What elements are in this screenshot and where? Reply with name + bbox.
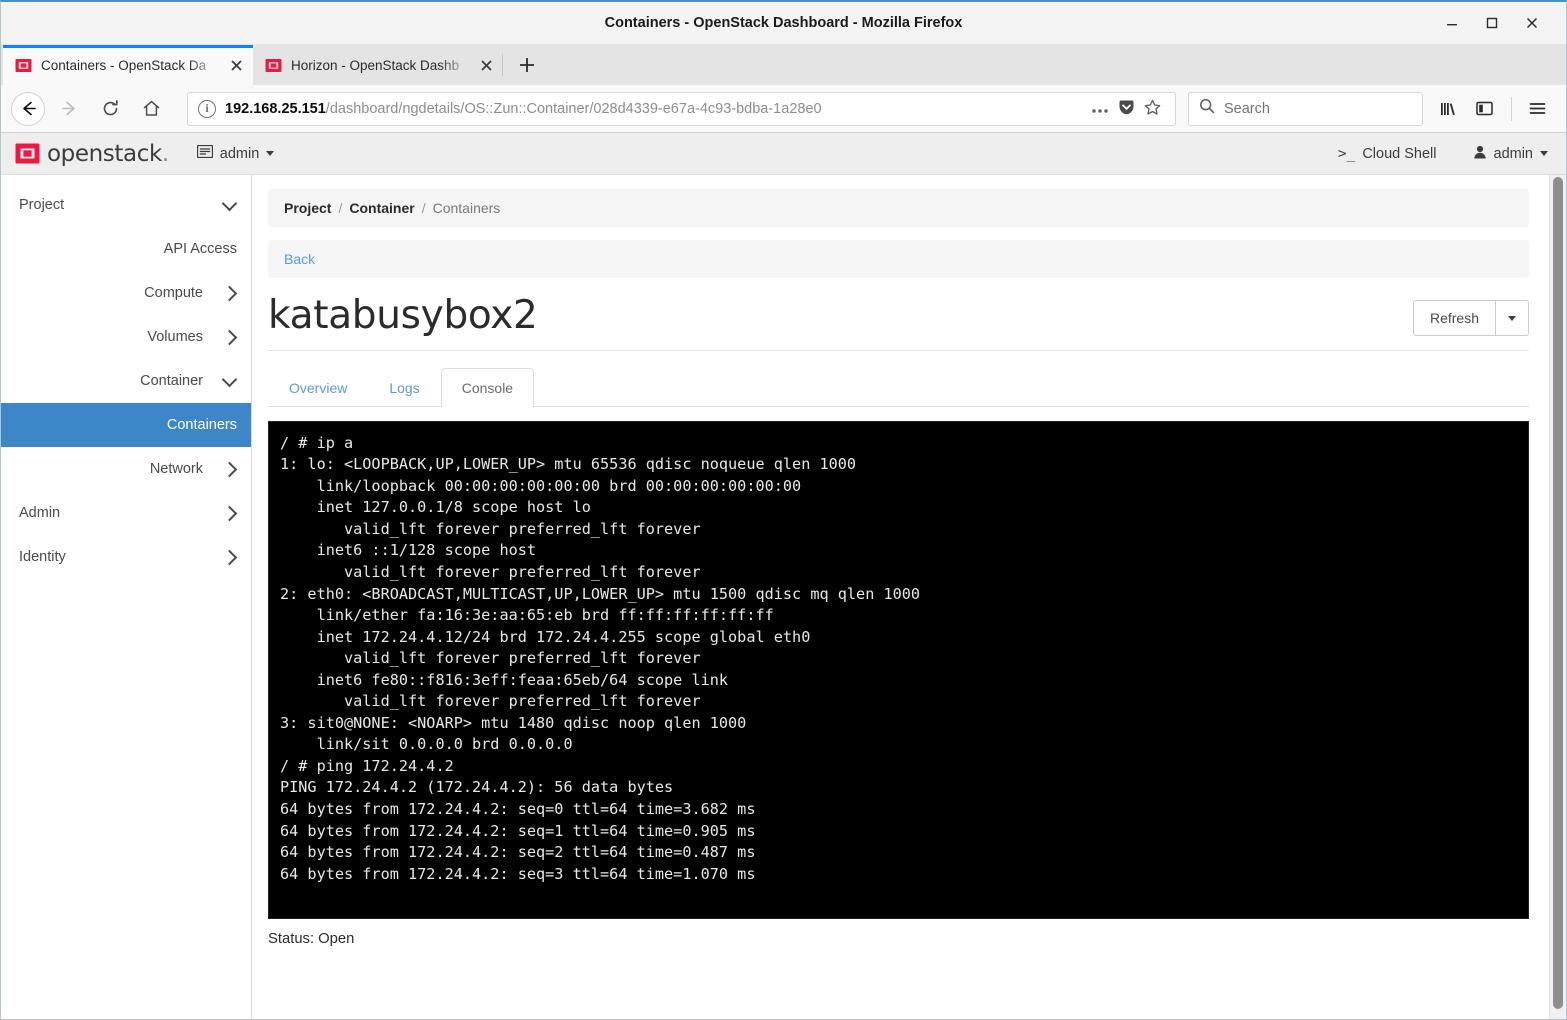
sidebar-item-label: Identity [19,549,66,565]
toolbar-right-buttons [1431,92,1556,126]
sidebar-item-label: Containers [166,417,237,433]
chevron-down-icon [266,151,275,156]
refresh-button-group: Refresh [1412,300,1529,336]
sidebar-item-identity[interactable]: Identity [1,535,251,579]
openstack-logo-icon [15,141,40,166]
sidebar-item-label: Volumes [147,329,203,345]
horizon-dashboard: openstack. admin >_ Cloud Shell admin Pr… [1,133,1566,1019]
sidebar-item-label: API Access [163,241,237,257]
tab-close-icon[interactable] [475,54,497,76]
openstack-favicon-icon [265,57,282,74]
sidebar-item-label: Project [19,197,65,213]
sidebar-item-project[interactable]: Project [1,183,251,227]
page-body: Project API Access Compute Volumes Conta… [1,175,1566,1019]
breadcrumb-separator: / [338,200,343,216]
sidebar-item-label: Network [149,461,203,477]
sidebar-item-label: Admin [19,505,61,521]
openstack-favicon-icon [15,57,32,74]
breadcrumb-item-container[interactable]: Container [349,200,414,216]
reload-icon[interactable] [93,92,127,126]
toolbar-separator [1511,96,1512,121]
home-icon[interactable] [134,92,168,126]
breadcrumb-item-containers: Containers [432,200,501,216]
close-icon[interactable] [1512,8,1552,38]
title-row: katabusybox2 Refresh [268,294,1529,351]
tab-console[interactable]: Console [440,367,535,407]
search-bar[interactable]: Search [1188,91,1423,126]
sidebar-item-admin[interactable]: Admin [1,491,251,535]
browser-tab-1[interactable]: Horizon - OpenStack Dashb [253,45,503,85]
project-selector-label: admin [219,145,260,162]
back-icon[interactable] [11,91,45,126]
breadcrumb: Project / Container / Containers [268,189,1529,227]
url-path: /dashboard/ngdetails/OS::Zun::Container/… [325,100,822,117]
sidebar-nav: Project API Access Compute Volumes Conta… [1,175,252,1019]
new-tab-icon[interactable] [509,47,545,83]
openstack-wordmark: openstack. [47,140,169,167]
openstack-logo[interactable]: openstack. [15,141,169,167]
chevron-down-icon [1540,151,1548,156]
browser-tab-0[interactable]: Containers - OpenStack Da [3,45,253,85]
browser-toolbar: i 192.168.25.151/dashboard/ngdetails/OS:… [1,85,1566,133]
detail-tabs: Overview Logs Console [268,367,1529,407]
window-title: Containers - OpenStack Dashboard - Mozil… [604,15,963,31]
maximize-icon[interactable] [1472,8,1512,38]
user-menu-label: admin [1493,145,1534,162]
search-placeholder: Search [1224,100,1270,117]
back-link[interactable]: Back [284,251,315,267]
library-icon[interactable] [1431,92,1465,126]
minimize-icon[interactable] [1432,8,1472,38]
browser-tabstrip: Containers - OpenStack Da Horizon - Open… [1,45,1566,85]
back-bar: Back [268,240,1529,278]
sidebar-item-containers[interactable]: Containers [1,403,251,447]
page-scrollbar-thumb[interactable] [1553,177,1563,1009]
sidebar-item-container[interactable]: Container [1,359,251,403]
browser-tab-title: Horizon - OpenStack Dashb [291,57,460,73]
user-menu[interactable]: admin [1473,145,1548,163]
main-content: Project / Container / Containers Back ka… [252,175,1566,1019]
sidebar-item-network[interactable]: Network [1,447,251,491]
horizon-topbar: openstack. admin >_ Cloud Shell admin [1,133,1566,175]
site-info-icon[interactable]: i [198,99,216,118]
page-title: katabusybox2 [268,293,538,338]
forward-icon[interactable] [52,92,86,126]
url-bar[interactable]: i 192.168.25.151/dashboard/ngdetails/OS:… [187,91,1176,126]
pocket-icon[interactable] [1113,99,1139,119]
console-output: / # ip a 1: lo: <LOOPBACK,UP,LOWER_UP> m… [280,433,921,883]
terminal-prompt-icon: >_ [1337,145,1356,162]
sidebar-toggle-icon[interactable] [1467,92,1501,126]
window-controls [1432,8,1566,38]
bookmark-star-icon[interactable] [1139,99,1165,119]
project-selector[interactable]: admin [196,144,275,162]
sidebar-item-label: Container [140,373,203,389]
console-status: Status: Open [268,930,355,947]
sidebar-item-compute[interactable]: Compute [1,271,251,315]
url-text: 192.168.25.151/dashboard/ngdetails/OS::Z… [225,101,1087,117]
sidebar-item-api-access[interactable]: API Access [1,227,251,271]
page-scrollbar[interactable] [1549,175,1566,1019]
tab-close-icon[interactable] [225,54,247,76]
firefox-window: Containers - OpenStack Dashboard - Mozil… [0,0,1567,1020]
tab-overview[interactable]: Overview [268,368,368,407]
breadcrumb-separator: / [421,200,426,216]
user-avatar-icon [1473,145,1487,163]
horizon-topbar-right: >_ Cloud Shell admin [1338,145,1548,163]
sidebar-item-volumes[interactable]: Volumes [1,315,251,359]
tab-logs[interactable]: Logs [368,368,440,407]
hamburger-menu-icon[interactable] [1520,92,1554,126]
browser-tab-title: Containers - OpenStack Da [41,57,207,73]
sidebar-item-label: Compute [144,285,203,301]
cloud-shell-button[interactable]: >_ Cloud Shell [1338,146,1437,162]
console-terminal[interactable]: / # ip a 1: lo: <LOOPBACK,UP,LOWER_UP> m… [268,420,1529,919]
url-host: 192.168.25.151 [225,100,326,117]
breadcrumb-item-project[interactable]: Project [284,200,331,216]
window-titlebar: Containers - OpenStack Dashboard - Mozil… [1,2,1566,45]
cloud-shell-label: Cloud Shell [1362,145,1437,162]
project-icon [196,144,213,162]
page-actions-icon[interactable] [1087,101,1113,117]
refresh-dropdown-button[interactable] [1496,300,1529,336]
refresh-button[interactable]: Refresh [1412,300,1496,336]
search-icon [1199,98,1215,119]
chevron-down-icon [1508,315,1516,321]
